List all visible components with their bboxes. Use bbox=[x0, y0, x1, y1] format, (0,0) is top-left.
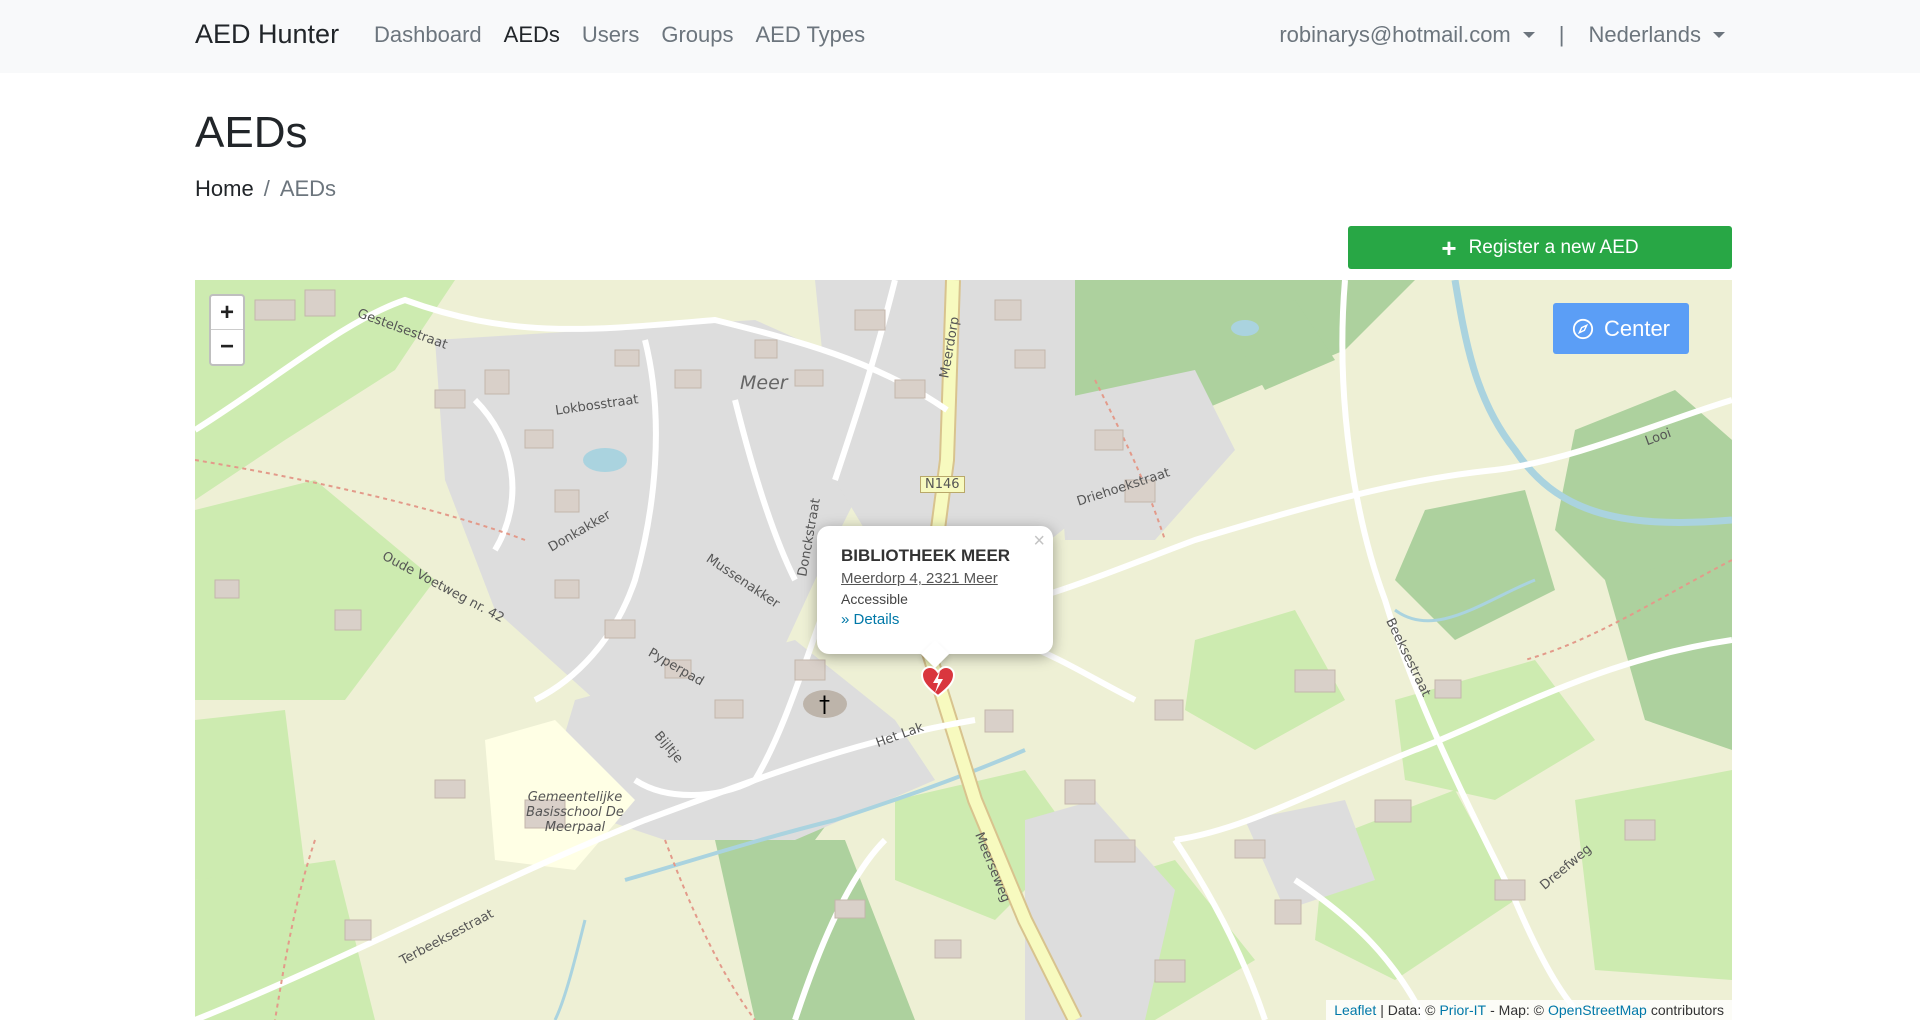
brand-logo[interactable]: AED Hunter bbox=[195, 19, 339, 50]
register-aed-label: Register a new AED bbox=[1468, 236, 1639, 258]
popup-details-link[interactable]: » Details bbox=[841, 611, 1029, 628]
nav-link-dashboard[interactable]: Dashboard bbox=[374, 22, 482, 48]
popup-close-button[interactable]: × bbox=[1033, 530, 1045, 553]
openstreetmap-link[interactable]: OpenStreetMap bbox=[1548, 1002, 1647, 1018]
caret-down-icon bbox=[1522, 32, 1535, 38]
center-map-label: Center bbox=[1603, 315, 1671, 341]
breadcrumb-home[interactable]: Home bbox=[195, 176, 254, 202]
map-attribution: Leaflet | Data: © Prior-IT - Map: © Open… bbox=[1326, 1000, 1732, 1020]
map-label-school: Gemeentelijke Basisschool De Meerpaal bbox=[526, 790, 624, 835]
leaflet-link[interactable]: Leaflet bbox=[1334, 1002, 1376, 1018]
nav-link-aed-types[interactable]: AED Types bbox=[756, 22, 866, 48]
main-nav: Dashboard AEDs Users Groups AED Types bbox=[374, 22, 887, 48]
popup-aed-status: Accessible bbox=[841, 591, 908, 607]
map-label-meer: Meer bbox=[740, 372, 788, 394]
aed-map[interactable]: † Meer N146 Gestelsestraat Lokbosstraat … bbox=[195, 280, 1732, 1020]
popup-aed-name: BIBLIOTHEEK MEER bbox=[841, 546, 1011, 565]
aed-popup: × BIBLIOTHEEK MEER Meerdorp 4, 2321 Meer… bbox=[817, 526, 1053, 654]
prior-it-link[interactable]: Prior-IT bbox=[1439, 1002, 1486, 1018]
plus-icon: + bbox=[1441, 232, 1457, 263]
breadcrumb-current: AEDs bbox=[279, 176, 337, 201]
nav-link-aeds[interactable]: AEDs bbox=[504, 22, 560, 48]
top-navbar: AED Hunter Dashboard AEDs Users Groups A… bbox=[0, 0, 1920, 73]
map-label-n146: N146 bbox=[920, 476, 965, 493]
aed-marker-heart-icon[interactable] bbox=[921, 666, 955, 698]
zoom-out-button[interactable]: − bbox=[211, 330, 243, 364]
compass-icon bbox=[1572, 318, 1594, 339]
user-menu-dropdown[interactable]: robinarys@hotmail.com bbox=[1279, 22, 1535, 48]
attribution-suffix: contributors bbox=[1650, 1002, 1724, 1018]
attribution-map-prefix: - Map: © bbox=[1490, 1002, 1544, 1018]
nav-separator: | bbox=[1558, 22, 1565, 47]
nav-right: robinarys@hotmail.com | Nederlands bbox=[1279, 22, 1725, 48]
zoom-in-button[interactable]: + bbox=[211, 296, 243, 330]
svg-text:†: † bbox=[819, 693, 830, 718]
popup-aed-address[interactable]: Meerdorp 4, 2321 Meer bbox=[841, 570, 1029, 587]
register-aed-button[interactable]: + Register a new AED bbox=[1348, 226, 1732, 269]
nav-link-groups[interactable]: Groups bbox=[661, 22, 733, 48]
caret-down-icon bbox=[1713, 32, 1725, 38]
language-label: Nederlands bbox=[1588, 22, 1701, 47]
breadcrumb: Home / AEDs bbox=[195, 176, 336, 202]
nav-link-users[interactable]: Users bbox=[582, 22, 639, 48]
zoom-control: + − bbox=[209, 294, 245, 366]
breadcrumb-separator: / bbox=[263, 176, 270, 201]
user-email: robinarys@hotmail.com bbox=[1279, 22, 1511, 47]
page-title: AEDs bbox=[195, 108, 308, 157]
language-dropdown[interactable]: Nederlands bbox=[1588, 22, 1725, 48]
attribution-data-prefix: | Data: © bbox=[1380, 1002, 1436, 1018]
center-map-button[interactable]: Center bbox=[1553, 303, 1689, 354]
